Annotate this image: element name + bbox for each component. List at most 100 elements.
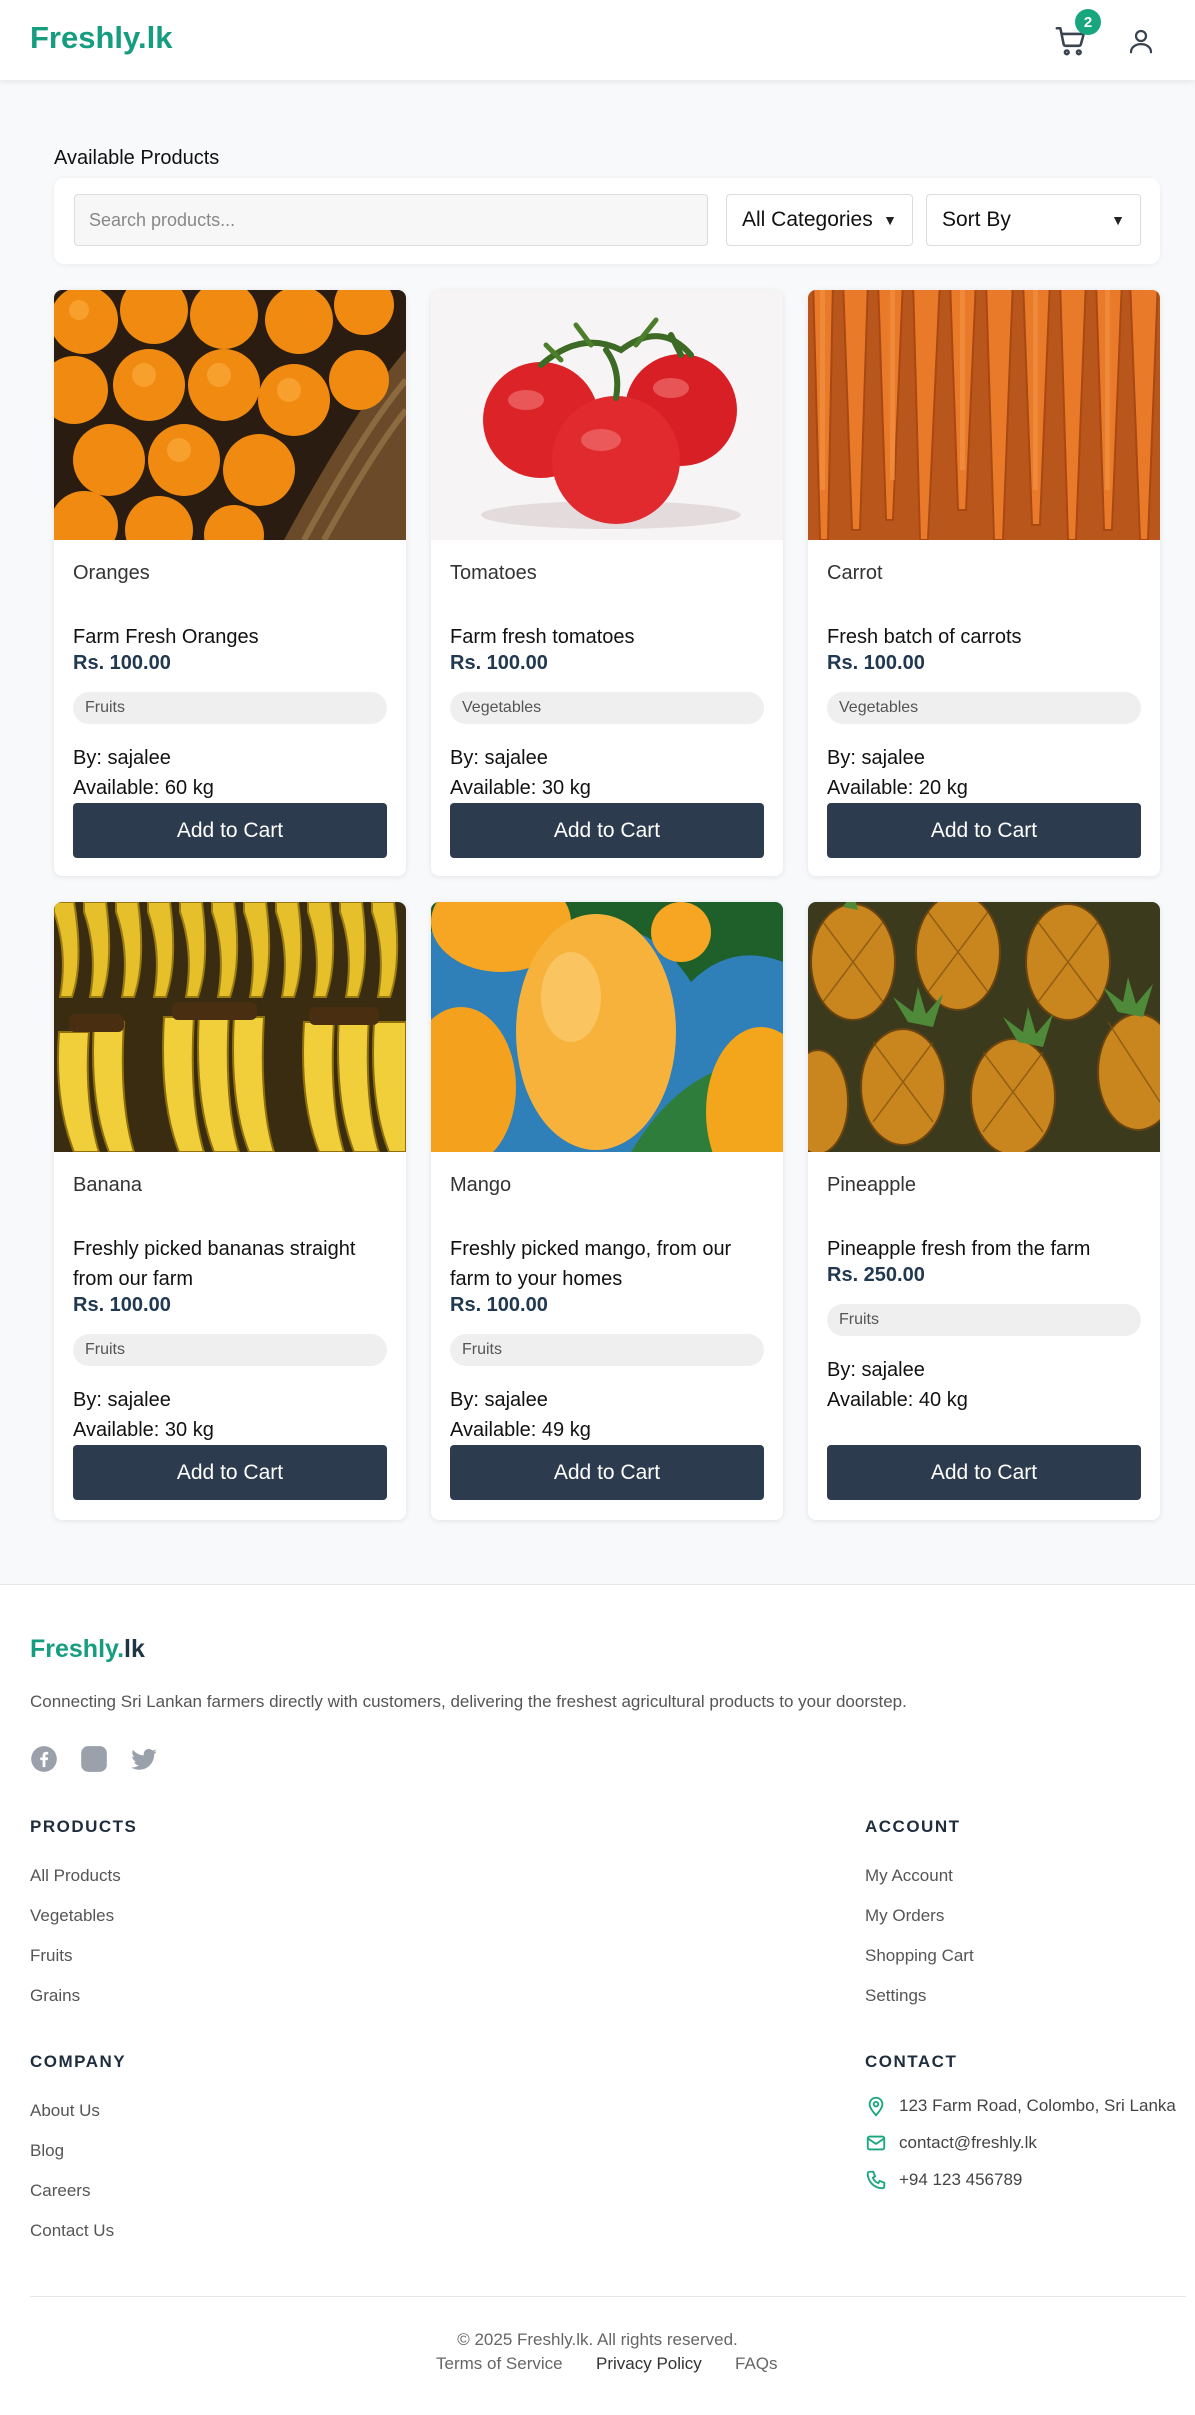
- brand-logo[interactable]: Freshly.lk: [30, 20, 172, 56]
- add-to-cart-button[interactable]: Add to Cart: [450, 1445, 764, 1500]
- product-price: Rs. 100.00: [450, 1294, 548, 1316]
- product-card-pineapple[interactable]: Pineapple Pineapple fresh from the farm …: [808, 902, 1160, 1520]
- product-name: Pineapple: [827, 1174, 916, 1196]
- filter-bar: All Categories ▼ Sort By ▼: [54, 178, 1160, 264]
- category-badge: Fruits: [73, 1334, 387, 1366]
- product-description: Farm fresh tomatoes: [450, 626, 635, 648]
- footer-logo-suffix: lk: [124, 1635, 145, 1663]
- product-card-carrot[interactable]: Carrot Fresh batch of carrots Rs. 100.00…: [808, 290, 1160, 876]
- contact-email-text: contact@freshly.lk: [899, 2133, 1037, 2152]
- product-description: Farm Fresh Oranges: [73, 626, 259, 648]
- add-to-cart-button[interactable]: Add to Cart: [827, 803, 1141, 858]
- seller-name: By: sajalee: [450, 747, 548, 769]
- add-to-cart-button[interactable]: Add to Cart: [73, 803, 387, 858]
- add-to-cart-button[interactable]: Add to Cart: [827, 1445, 1141, 1500]
- product-description: Freshly picked bananas straight from our…: [73, 1238, 356, 1290]
- cart-count-badge: 2: [1075, 9, 1101, 35]
- user-account-button[interactable]: [1118, 18, 1164, 64]
- copyright-text: © 2025 Freshly.lk. All rights reserved.: [457, 2330, 738, 2349]
- product-description: Freshly picked mango, from our farm to y…: [450, 1238, 732, 1290]
- seller-name: By: sajalee: [73, 747, 171, 769]
- category-select-value: All Categories: [742, 208, 873, 231]
- product-price: Rs. 100.00: [73, 1294, 171, 1316]
- user-icon: [1129, 29, 1153, 54]
- seller-name: By: sajalee: [827, 747, 925, 769]
- footer-link-blog[interactable]: Blog: [30, 2141, 64, 2161]
- product-name: Mango: [450, 1174, 512, 1196]
- terms-of-service-link[interactable]: Terms of Service: [436, 2354, 563, 2374]
- contact-email[interactable]: contact@freshly.lk: [865, 2132, 1037, 2154]
- availability: Available: 20 kg: [827, 777, 968, 799]
- product-image: [431, 902, 783, 1152]
- sort-select-value: Sort By: [942, 208, 1011, 231]
- footer-link-my-orders[interactable]: My Orders: [865, 1906, 944, 1926]
- search-input[interactable]: [74, 194, 708, 246]
- category-badge: Vegetables: [827, 692, 1141, 724]
- instagram-icon[interactable]: [80, 1745, 110, 1775]
- seller-name: By: sajalee: [73, 1389, 171, 1411]
- chevron-down-icon: ▼: [883, 212, 897, 228]
- add-to-cart-button[interactable]: Add to Cart: [450, 803, 764, 858]
- facebook-icon[interactable]: [30, 1745, 60, 1775]
- footer-divider: [30, 2296, 1186, 2297]
- page-title: Available Products: [54, 147, 220, 169]
- chevron-down-icon: ▼: [1111, 212, 1125, 228]
- twitter-icon[interactable]: [130, 1745, 160, 1775]
- footer-link-all-products[interactable]: All Products: [30, 1866, 121, 1886]
- product-card-oranges[interactable]: Oranges Farm Fresh Oranges Rs. 100.00 Fr…: [54, 290, 406, 876]
- contact-address-text: 123 Farm Road, Colombo, Sri Lanka: [899, 2096, 1176, 2115]
- privacy-policy-link[interactable]: Privacy Policy: [596, 2354, 702, 2374]
- availability: Available: 30 kg: [73, 1419, 214, 1441]
- product-image: [54, 290, 406, 540]
- footer-link-fruits[interactable]: Fruits: [30, 1946, 73, 1966]
- top-navbar: Freshly.lk 2: [0, 0, 1195, 80]
- footer-link-about-us[interactable]: About Us: [30, 2101, 100, 2121]
- footer-link-settings[interactable]: Settings: [865, 1986, 926, 2006]
- contact-phone[interactable]: +94 123 456789: [865, 2169, 1022, 2191]
- footer-link-contact-us[interactable]: Contact Us: [30, 2221, 114, 2241]
- product-image: [54, 902, 406, 1152]
- availability: Available: 40 kg: [827, 1389, 968, 1411]
- product-name: Oranges: [73, 562, 150, 584]
- product-name: Carrot: [827, 562, 883, 584]
- footer-link-shopping-cart[interactable]: Shopping Cart: [865, 1946, 974, 1966]
- company-heading: COMPANY: [30, 2052, 127, 2071]
- faqs-link[interactable]: FAQs: [735, 2354, 778, 2374]
- product-name: Tomatoes: [450, 562, 537, 584]
- footer-link-careers[interactable]: Careers: [30, 2181, 90, 2201]
- category-badge: Fruits: [73, 692, 387, 724]
- product-card-mango[interactable]: Mango Freshly picked mango, from our far…: [431, 902, 783, 1520]
- map-pin-icon: [868, 2096, 884, 2117]
- phone-icon: [866, 2170, 886, 2190]
- product-card-tomatoes[interactable]: Tomatoes Farm fresh tomatoes Rs. 100.00 …: [431, 290, 783, 876]
- product-image: [808, 902, 1160, 1152]
- product-image: [808, 290, 1160, 540]
- category-select[interactable]: All Categories ▼: [726, 194, 913, 246]
- contact-phone-text: +94 123 456789: [899, 2170, 1023, 2189]
- add-to-cart-button[interactable]: Add to Cart: [73, 1445, 387, 1500]
- footer-link-vegetables[interactable]: Vegetables: [30, 1906, 114, 1926]
- footer: Freshly.lk Connecting Sri Lankan farmers…: [0, 1584, 1195, 2415]
- category-badge: Fruits: [450, 1334, 764, 1366]
- contact-address: 123 Farm Road, Colombo, Sri Lanka: [865, 2095, 1176, 2117]
- product-name: Banana: [73, 1174, 142, 1196]
- availability: Available: 49 kg: [450, 1419, 591, 1441]
- product-description: Fresh batch of carrots: [827, 626, 1022, 648]
- sort-select[interactable]: Sort By ▼: [926, 194, 1141, 246]
- product-price: Rs. 100.00: [450, 652, 548, 674]
- product-card-banana[interactable]: Banana Freshly picked bananas straight f…: [54, 902, 406, 1520]
- seller-name: By: sajalee: [827, 1359, 925, 1381]
- footer-logo[interactable]: Freshly.lk: [30, 1635, 145, 1664]
- availability: Available: 60 kg: [73, 777, 214, 799]
- products-heading: PRODUCTS: [30, 1817, 138, 1836]
- footer-link-my-account[interactable]: My Account: [865, 1866, 953, 1886]
- product-price: Rs. 250.00: [827, 1264, 925, 1286]
- contact-heading: CONTACT: [865, 2052, 958, 2071]
- product-price: Rs. 100.00: [73, 652, 171, 674]
- footer-link-grains[interactable]: Grains: [30, 1986, 80, 2006]
- product-image: [431, 290, 783, 540]
- footer-logo-part: Freshly.: [30, 1635, 125, 1663]
- footer-tagline: Connecting Sri Lankan farmers directly w…: [30, 1692, 907, 1711]
- availability: Available: 30 kg: [450, 777, 591, 799]
- category-badge: Vegetables: [450, 692, 764, 724]
